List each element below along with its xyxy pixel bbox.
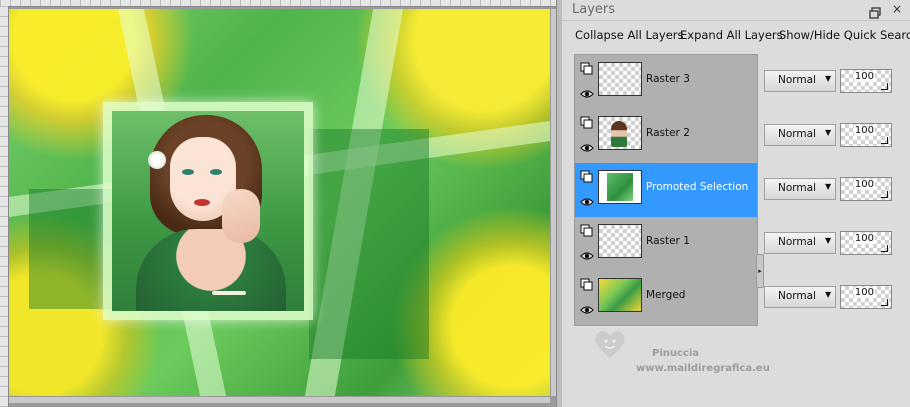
resize-grip-icon bbox=[881, 299, 888, 306]
layer-row-merged[interactable]: Merged bbox=[575, 271, 757, 326]
opacity-field[interactable]: 100 bbox=[840, 285, 892, 309]
opacity-field[interactable]: 100 bbox=[840, 123, 892, 147]
portrait-eye bbox=[210, 169, 222, 175]
watermark-url: www.maildiregrafica.eu bbox=[636, 363, 770, 374]
blend-mode-dropdown[interactable]: Normal ▼ bbox=[764, 70, 836, 92]
layers-palette: Layers × Collapse All Layers Expand All … bbox=[562, 0, 910, 407]
resize-grip-icon bbox=[881, 137, 888, 144]
layers-toolbar: Collapse All Layers Expand All Layers Sh… bbox=[562, 25, 910, 47]
visibility-eye-icon[interactable] bbox=[580, 194, 594, 208]
layer-list[interactable]: Raster 3 Raster 2 Promoted Selection Ras… bbox=[574, 54, 758, 326]
watermark: Pinuccia www.maildiregrafica.eu bbox=[582, 322, 782, 382]
palette-titlebar[interactable]: Layers × bbox=[562, 0, 910, 21]
layer-thumbnail bbox=[598, 62, 642, 96]
layer-row-promoted-selection[interactable]: Promoted Selection bbox=[575, 163, 757, 218]
canvas-dark-panel bbox=[309, 129, 429, 359]
layer-name: Raster 2 bbox=[646, 127, 690, 139]
dropdown-arrow-icon: ▼ bbox=[825, 290, 832, 299]
portrait-hand bbox=[222, 189, 260, 243]
layer-thumbnail bbox=[598, 224, 642, 258]
blend-mode-value: Normal bbox=[778, 74, 816, 86]
layer-group-icon[interactable] bbox=[580, 277, 594, 291]
visibility-eye-icon[interactable] bbox=[580, 302, 594, 316]
layer-row-raster-1[interactable]: Raster 1 bbox=[575, 217, 757, 272]
opacity-value: 100 bbox=[853, 233, 875, 244]
opacity-value: 100 bbox=[853, 179, 875, 190]
palette-resize-handle[interactable]: ▸ bbox=[756, 254, 764, 288]
resize-grip-icon bbox=[881, 245, 888, 252]
blend-mode-value: Normal bbox=[778, 290, 816, 302]
collapse-all-layers-button[interactable]: Collapse All Layers bbox=[575, 28, 684, 42]
blend-mode-dropdown[interactable]: Normal ▼ bbox=[764, 286, 836, 308]
expand-all-layers-button[interactable]: Expand All Layers bbox=[680, 28, 783, 42]
layer-group-icon[interactable] bbox=[580, 169, 594, 183]
opacity-value: 100 bbox=[853, 287, 875, 298]
opacity-value: 100 bbox=[853, 125, 875, 136]
close-icon[interactable]: × bbox=[890, 2, 904, 16]
portrait-body bbox=[136, 229, 286, 311]
opacity-field[interactable]: 100 bbox=[840, 69, 892, 93]
opacity-field[interactable]: 100 bbox=[840, 177, 892, 201]
palette-title: Layers bbox=[572, 2, 616, 17]
opacity-value: 100 bbox=[853, 71, 875, 82]
layer-name: Raster 1 bbox=[646, 235, 690, 247]
blend-mode-value: Normal bbox=[778, 128, 816, 140]
layer-name: Promoted Selection bbox=[646, 181, 749, 193]
visibility-eye-icon[interactable] bbox=[580, 140, 594, 154]
layer-thumbnail bbox=[598, 278, 642, 312]
canvas-workspace[interactable] bbox=[0, 0, 560, 407]
layer-thumbnail bbox=[598, 116, 642, 150]
portrait-lips bbox=[194, 199, 210, 206]
horizontal-ruler bbox=[0, 0, 560, 7]
portrait-eye bbox=[182, 169, 194, 175]
layer-name: Raster 3 bbox=[646, 73, 690, 85]
dropdown-arrow-icon: ▼ bbox=[825, 182, 832, 191]
layer-group-icon[interactable] bbox=[580, 61, 594, 75]
dropdown-arrow-icon: ▼ bbox=[825, 128, 832, 137]
blend-mode-dropdown[interactable]: Normal ▼ bbox=[764, 232, 836, 254]
portrait-frame bbox=[103, 102, 313, 320]
blend-mode-dropdown[interactable]: Normal ▼ bbox=[764, 178, 836, 200]
layer-group-icon[interactable] bbox=[580, 223, 594, 237]
resize-grip-icon bbox=[881, 83, 888, 90]
visibility-eye-icon[interactable] bbox=[580, 86, 594, 100]
visibility-eye-icon[interactable] bbox=[580, 248, 594, 262]
portrait-image bbox=[112, 111, 304, 311]
restore-window-icon[interactable] bbox=[869, 4, 881, 19]
dropdown-arrow-icon: ▼ bbox=[825, 74, 832, 83]
canvas-horizontal-scrollbar[interactable] bbox=[9, 396, 550, 403]
blend-mode-value: Normal bbox=[778, 182, 816, 194]
blend-mode-dropdown[interactable]: Normal ▼ bbox=[764, 124, 836, 146]
layer-thumbnail bbox=[598, 170, 642, 204]
layer-group-icon[interactable] bbox=[580, 115, 594, 129]
canvas-image[interactable] bbox=[9, 9, 550, 396]
layer-row-raster-2[interactable]: Raster 2 bbox=[575, 109, 757, 164]
opacity-field[interactable]: 100 bbox=[840, 231, 892, 255]
resize-grip-icon bbox=[881, 191, 888, 198]
heart-icon bbox=[592, 326, 628, 362]
layer-row-raster-3[interactable]: Raster 3 bbox=[575, 55, 757, 110]
dropdown-arrow-icon: ▼ bbox=[825, 236, 832, 245]
layer-name: Merged bbox=[646, 289, 686, 301]
blend-mode-value: Normal bbox=[778, 236, 816, 248]
vertical-ruler bbox=[0, 6, 9, 407]
hair-flower bbox=[148, 151, 166, 169]
portrait-bracelet bbox=[212, 291, 246, 295]
show-hide-quick-search-button[interactable]: Show/Hide Quick Search bbox=[779, 28, 910, 42]
watermark-name: Pinuccia bbox=[652, 348, 700, 359]
